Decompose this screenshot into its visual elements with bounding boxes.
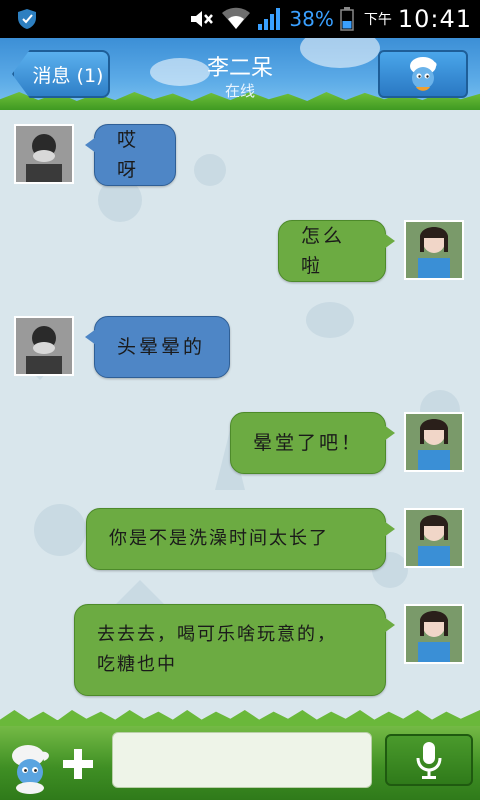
chat-area[interactable]: 哎呀 怎么啦 头晕晕的 晕堂了吧！ 你是不是洗澡时间太长了 去去去，喝可乐啥玩意… <box>0 110 480 720</box>
contact-avatar[interactable] <box>14 316 74 376</box>
time-period: 下午 <box>363 12 392 28</box>
contact-avatar-image <box>16 318 72 374</box>
contact-avatar-image <box>16 126 72 182</box>
message-bubble-incoming[interactable]: 头晕晕的 <box>85 316 230 378</box>
emoticon-button[interactable] <box>6 742 54 794</box>
contact-avatar[interactable] <box>14 124 74 184</box>
message-text: 去去去，喝可乐啥玩意的，吃糖也中 <box>97 624 337 675</box>
mute-icon <box>191 11 214 27</box>
smurf-avatar-icon <box>410 57 437 91</box>
my-avatar-image <box>406 510 462 566</box>
message-text: 头晕晕的 <box>117 336 206 358</box>
message-text: 怎么啦 <box>301 225 346 277</box>
shield-icon <box>18 9 36 29</box>
battery-icon <box>340 7 354 31</box>
message-bubble-outgoing[interactable]: 怎么啦 <box>278 220 395 282</box>
message-bubble-outgoing[interactable]: 去去去，喝可乐啥玩意的，吃糖也中 <box>74 604 395 696</box>
message-input[interactable] <box>112 732 372 788</box>
smurf-icon <box>12 745 49 794</box>
add-attachment-button[interactable] <box>60 742 96 786</box>
battery-percent: 38% <box>289 7 334 31</box>
my-avatar[interactable] <box>404 412 464 472</box>
message-text: 哎呀 <box>117 129 140 181</box>
message-text: 晕堂了吧！ <box>253 432 364 454</box>
microphone-icon <box>416 742 442 779</box>
my-avatar-image <box>406 606 462 662</box>
status-bar: 38% 下午 10:41 <box>0 0 480 38</box>
chat-header: 消息 (1) 李二呆 在线 <box>0 38 480 110</box>
clock: 10:41 <box>397 5 472 33</box>
my-avatar[interactable] <box>404 220 464 280</box>
my-avatar-image <box>406 414 462 470</box>
message-bubble-incoming[interactable]: 哎呀 <box>85 124 176 186</box>
my-avatar[interactable] <box>404 604 464 664</box>
voice-input-button[interactable] <box>385 734 473 786</box>
signal-icon <box>258 8 281 30</box>
wifi-icon <box>222 7 251 29</box>
input-bar <box>0 710 480 800</box>
message-bubble-outgoing[interactable]: 晕堂了吧！ <box>230 412 395 474</box>
my-avatar-image <box>406 222 462 278</box>
contact-profile-button[interactable] <box>378 50 468 98</box>
plus-icon <box>63 749 93 779</box>
my-avatar[interactable] <box>404 508 464 568</box>
message-bubble-outgoing[interactable]: 你是不是洗澡时间太长了 <box>86 508 395 570</box>
message-text: 你是不是洗澡时间太长了 <box>109 528 329 549</box>
